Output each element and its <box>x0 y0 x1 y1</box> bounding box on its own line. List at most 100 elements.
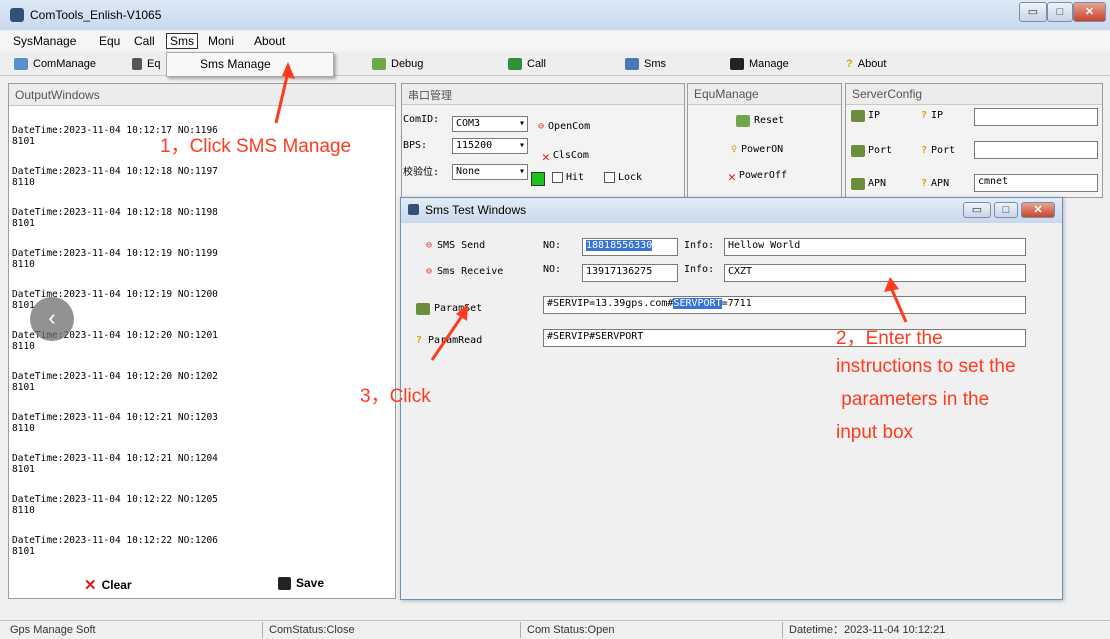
sms-maximize-button[interactable]: □ <box>994 202 1018 218</box>
opencom-button[interactable]: ⊖ OpenCom <box>538 121 590 132</box>
log-datetime: DateTime:2023-11-04 10:12:21 NO:1203 <box>12 412 218 423</box>
log-row: DateTime:2023-11-04 10:12:21 NO:1203 8110 <box>12 412 218 434</box>
menu-about[interactable]: About <box>251 33 288 49</box>
log-code: 8110 <box>12 423 35 434</box>
annotation-step-1: 1，Click SMS Manage <box>160 136 352 157</box>
toolbar-manage-button[interactable]: Manage <box>730 56 789 72</box>
paramread-label: ParamRead <box>428 335 483 346</box>
sms-receive-label: Sms Receive <box>437 266 504 277</box>
poweron-button[interactable]: ♀ PowerON <box>731 144 783 155</box>
ip-button[interactable]: IP <box>851 110 880 122</box>
toolbar-eq-button[interactable]: Eq <box>132 56 160 72</box>
log-code: 8101 <box>12 464 35 475</box>
lock-checkbox[interactable]: Lock <box>604 172 642 183</box>
paramread-input[interactable]: #SERVIP#SERVPORT <box>543 329 1026 347</box>
comid-select[interactable]: COM3 <box>452 116 528 132</box>
window-title: ComTools_Enlish-V1065 <box>30 8 162 22</box>
menu-call[interactable]: Call <box>131 33 158 49</box>
chevron-left-icon[interactable]: ‹ <box>30 297 74 341</box>
checkbox-icon <box>552 172 563 183</box>
status-datetime: Datetime：2023-11-04 10:12:21 <box>782 622 945 638</box>
log-datetime: DateTime:2023-11-04 10:12:22 NO:1205 <box>12 494 218 505</box>
apn-button-label: APN <box>868 178 887 189</box>
sms-minimize-button[interactable]: ▭ <box>963 202 991 218</box>
ip-button-label: IP <box>868 110 881 121</box>
paramset-text: #SERVIP=13.39gps.com# <box>547 298 674 309</box>
minimize-button[interactable]: ▭ <box>1019 2 1047 22</box>
recv-info-label: Info: <box>684 264 715 275</box>
hit-checkbox[interactable]: Hit <box>552 172 584 183</box>
question-icon: ? <box>416 335 423 346</box>
maximize-button[interactable]: □ <box>1047 2 1073 22</box>
recv-no-input[interactable]: 13917136275 <box>582 264 678 282</box>
send-no-input[interactable]: 18818556330 <box>582 238 678 256</box>
clscom-button[interactable]: ✕ ClsCom <box>542 150 589 165</box>
send-no-value: 18818556330 <box>586 240 653 251</box>
log-datetime: DateTime:2023-11-04 10:12:18 NO:1198 <box>12 207 218 218</box>
log-code: 8110 <box>12 341 35 352</box>
server-icon <box>851 110 865 122</box>
sms-send-label: SMS Send <box>437 240 486 251</box>
ip-label: ? IP <box>921 110 943 121</box>
port-label-text: Port <box>931 145 956 156</box>
close-icon: ✕ <box>542 150 550 165</box>
save-icon <box>278 576 291 590</box>
send-no-label: NO: <box>543 240 562 251</box>
toolbar-call-button[interactable]: Call <box>508 56 546 72</box>
menu-moni[interactable]: Moni <box>205 33 237 49</box>
log-row: DateTime:2023-11-04 10:12:19 NO:1199 8110 <box>12 248 218 270</box>
log-code: 8101 <box>12 218 35 229</box>
save-button[interactable]: Save <box>278 576 324 590</box>
toolbar-label: Call <box>527 58 546 70</box>
equ-title: EquManage <box>688 84 841 105</box>
comid-label: ComID: <box>403 114 440 125</box>
apn-button[interactable]: APN <box>851 178 886 190</box>
apn-input[interactable]: cmnet <box>974 174 1098 192</box>
reset-icon <box>736 115 750 127</box>
menu-sysmanage[interactable]: SysManage <box>10 33 79 49</box>
close-button[interactable]: ✕ <box>1073 2 1106 22</box>
toolbar-debug-button[interactable]: Debug <box>372 56 423 72</box>
annotation-step-2-line-4: input box <box>836 422 914 443</box>
ip-label-text: IP <box>931 110 944 121</box>
paramset-button[interactable]: ParamSet <box>416 303 482 315</box>
opencom-label: OpenCom <box>548 121 591 132</box>
parity-label: 校验位: <box>403 167 440 178</box>
clear-button[interactable]: ✕ Clear <box>84 576 132 594</box>
toolbar-about-button[interactable]: ? About <box>846 56 886 72</box>
sms-send-button[interactable]: ⊖ SMS Send <box>426 240 485 251</box>
port-input[interactable] <box>974 141 1098 159</box>
server-title: ServerConfig <box>846 84 1102 105</box>
ip-input[interactable] <box>974 108 1098 126</box>
bps-label: BPS: <box>403 140 428 151</box>
toolbar-sms-button[interactable]: Sms <box>625 56 666 72</box>
menu-sms[interactable]: Sms <box>166 33 198 49</box>
poweroff-button[interactable]: ✕ PowerOff <box>728 170 787 185</box>
menu-sms-manage-item[interactable]: Sms Manage <box>200 57 271 71</box>
question-icon: ? <box>921 110 928 121</box>
paramread-button[interactable]: ? ParamRead <box>416 335 482 346</box>
menu-equ[interactable]: Equ <box>96 33 123 49</box>
open-icon: ⊖ <box>426 240 433 251</box>
toolbar-label: Sms <box>644 58 666 70</box>
port-label: ? Port <box>921 145 955 156</box>
apn-label-text: APN <box>931 178 950 189</box>
log-datetime: DateTime:2023-11-04 10:12:18 NO:1197 <box>12 166 218 177</box>
port-button[interactable]: Port <box>851 145 892 157</box>
log-row: DateTime:2023-11-04 10:12:20 NO:1202 8101 <box>12 371 218 393</box>
clear-label: Clear <box>101 578 132 592</box>
poweroff-label: PowerOff <box>738 170 787 181</box>
parity-select[interactable]: None <box>452 164 528 180</box>
paramset-input[interactable]: #SERVIP=13.39gps.com#SERVPORT=7711 <box>543 296 1026 314</box>
sms-close-button[interactable]: ✕ <box>1021 202 1055 218</box>
sms-receive-button[interactable]: ⊖ Sms Receive <box>426 266 503 277</box>
recv-info-input[interactable]: CXZT <box>724 264 1026 282</box>
toolbar-label: About <box>857 58 887 70</box>
log-code: 8101 <box>12 546 35 557</box>
reset-button[interactable]: Reset <box>736 115 784 127</box>
send-info-input[interactable]: Hellow World <box>724 238 1026 256</box>
status-app-name: Gps Manage Soft <box>10 624 96 636</box>
bps-select[interactable]: 115200 <box>452 138 528 154</box>
log-code: 8110 <box>12 259 35 270</box>
toolbar-commanage-button[interactable]: ComManage <box>14 56 96 72</box>
